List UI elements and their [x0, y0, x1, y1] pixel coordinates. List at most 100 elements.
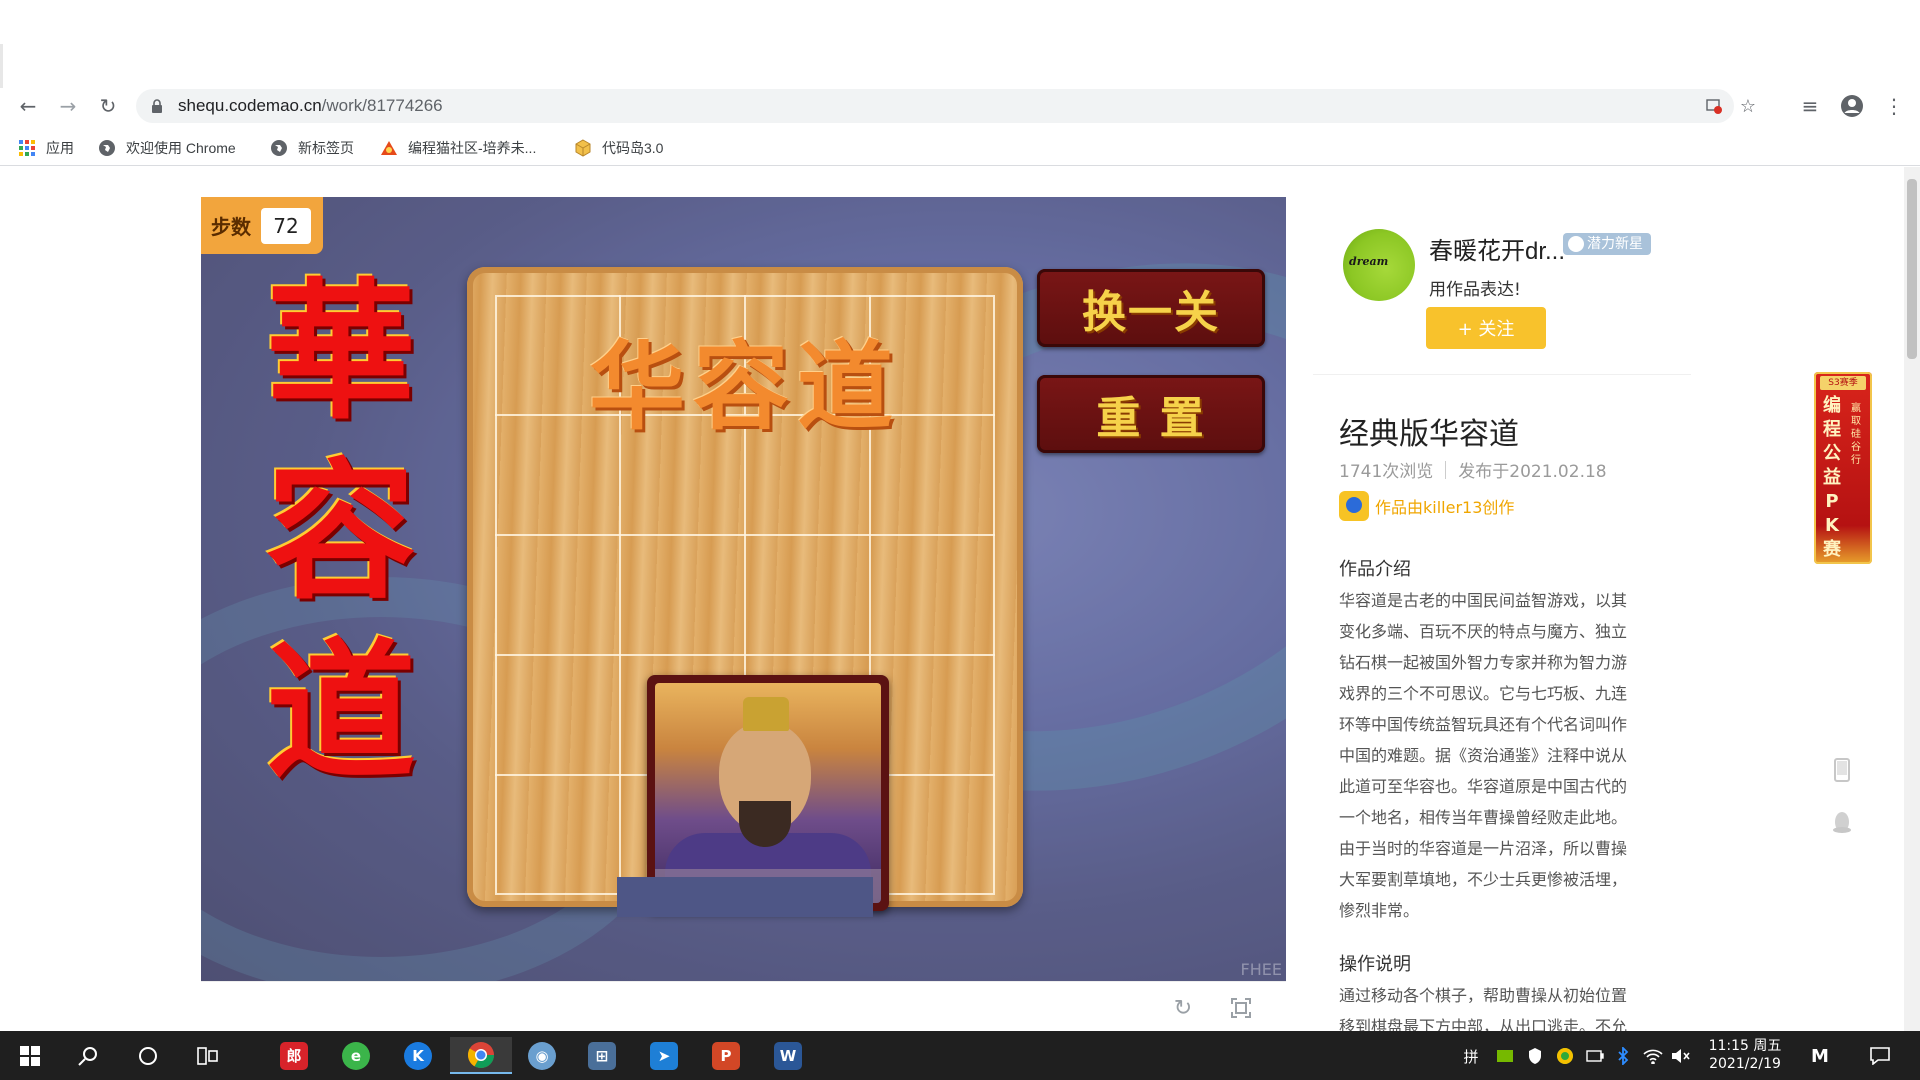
publish-date: 发布于2021.02.18: [1458, 462, 1607, 482]
powerpoint-icon[interactable]: P: [702, 1037, 750, 1074]
clock-date: 2021/2/19: [1709, 1056, 1781, 1072]
menu-kebab-icon[interactable]: ⋮: [1880, 92, 1908, 120]
board-exit: [617, 877, 873, 917]
pk-season-tag: S3赛季: [1820, 376, 1866, 390]
calligraphy-char-hua: 華: [265, 264, 416, 440]
word-icon[interactable]: W: [764, 1037, 812, 1074]
calculator-icon[interactable]: ⊞: [578, 1037, 626, 1074]
bluetooth-icon[interactable]: [1612, 1043, 1634, 1069]
battery-icon[interactable]: [1584, 1043, 1606, 1069]
security-app-icon[interactable]: [1554, 1043, 1576, 1069]
step-counter: 步数 72: [201, 197, 323, 254]
intro-text: 华容道是古老的中国民间益智游戏，以其 变化多端、百玩不厌的特点与魔方、独立 钻石…: [1339, 585, 1657, 926]
scrollbar-thumb[interactable]: [1907, 179, 1917, 359]
app-k-icon[interactable]: K: [394, 1037, 442, 1074]
qq-penguin-icon[interactable]: [1828, 808, 1856, 836]
pk-char: 赛: [1823, 539, 1841, 560]
nvidia-icon[interactable]: [1494, 1043, 1516, 1069]
page-content: 步数 72 華 容 道 华容道 换一关 重 置 FHEE ↻ dream 春暖花…: [0, 167, 1904, 1031]
url-text[interactable]: shequ.codemao.cn/work/81774266: [178, 96, 443, 116]
howto-line: 移到棋盘最下方中部，从出口逃走。不允: [1339, 1017, 1628, 1031]
app-red-icon[interactable]: 郎: [270, 1037, 318, 1074]
input-method-indicator[interactable]: 拼: [1460, 1043, 1482, 1069]
address-bar[interactable]: shequ.codemao.cn/work/81774266 ☆: [136, 89, 1756, 123]
cortana-icon[interactable]: [124, 1037, 172, 1074]
globe-icon: [270, 139, 288, 157]
pk-contest-banner[interactable]: S3赛季 编 程 公 益 P K 赛 赢 取 硅 谷 行: [1814, 372, 1872, 564]
portrait-crown: [743, 697, 789, 731]
bookmark-new-tab[interactable]: 新标签页: [270, 136, 354, 160]
chrome-taskbar-icon[interactable]: [450, 1037, 512, 1074]
intro-line: 钻石棋一起被国外智力专家并称为智力游: [1339, 653, 1628, 672]
game-stage[interactable]: 步数 72 華 容 道 华容道 换一关 重 置 FHEE: [201, 197, 1286, 981]
reload-icon[interactable]: ↻: [94, 92, 122, 120]
bookmark-label: 新标签页: [298, 140, 354, 156]
pk-sub-char: 赢: [1851, 403, 1861, 414]
piece-cao-cao[interactable]: 曹操: [647, 675, 889, 911]
calligraphy-char-rong: 容: [265, 444, 416, 620]
next-level-button[interactable]: 换一关: [1037, 269, 1265, 347]
profile-avatar-icon[interactable]: [1838, 92, 1866, 120]
bookmark-apps[interactable]: 应用: [18, 136, 74, 160]
avatar[interactable]: dream: [1343, 229, 1415, 301]
notification-center-icon[interactable]: [1866, 1043, 1894, 1069]
pk-sub-char: 行: [1851, 455, 1861, 466]
forward-icon[interactable]: →: [54, 92, 82, 120]
howto-heading: 操作说明: [1339, 954, 1411, 975]
codemao-icon: [380, 139, 398, 157]
follow-button[interactable]: + 关注: [1426, 307, 1546, 349]
author-name[interactable]: 春暖花开dr...: [1429, 231, 1565, 266]
board-title: 华容道: [589, 330, 901, 443]
bookmark-star-icon[interactable]: ☆: [1736, 94, 1760, 118]
taskbar-clock[interactable]: 11:15 周五 2021/2/19: [1700, 1037, 1790, 1073]
pk-sub-char: 取: [1851, 416, 1861, 427]
pk-char: 编: [1823, 395, 1841, 416]
bookmark-code-island[interactable]: 代码岛3.0: [574, 136, 663, 160]
work-info-panel: 经典版华容道 1741次浏览 发布于2021.02.18 作品由killer13…: [1313, 375, 1691, 1031]
app-paint-icon[interactable]: ◉: [518, 1037, 566, 1074]
intro-line: 大军要割草填地，不少士兵更惨被活埋，: [1339, 870, 1628, 889]
bookmark-label: 欢迎使用 Chrome: [126, 140, 236, 156]
pk-sub-char: 硅: [1851, 429, 1861, 440]
restart-icon[interactable]: ↻: [1169, 994, 1197, 1022]
intro-line: 中国的难题。据《资治通鉴》注释中说从: [1339, 746, 1628, 765]
board-inner: 华容道 曹操: [495, 295, 995, 911]
page-scrollbar[interactable]: [1904, 167, 1920, 1031]
stage-footer: ↻: [201, 981, 1286, 1031]
windows-taskbar: 郎 e K ◉ ⊞ ➤ P W 拼 11:15 周五 2021/2/19 M: [0, 1031, 1920, 1080]
bookmark-welcome-chrome[interactable]: 欢迎使用 Chrome: [98, 136, 236, 160]
pk-sub-char: 谷: [1851, 442, 1861, 453]
apps-grid-icon: [18, 139, 36, 157]
view-count: 1741次浏览: [1339, 462, 1434, 482]
windows-start-icon[interactable]: [6, 1037, 54, 1074]
shield-icon[interactable]: [1524, 1043, 1546, 1069]
puzzle-board[interactable]: 华容道 曹操: [467, 267, 1023, 917]
intro-line: 华容道是古老的中国民间益智游戏，以其: [1339, 591, 1628, 610]
mobile-icon[interactable]: [1828, 756, 1856, 784]
back-icon[interactable]: ←: [14, 92, 42, 120]
step-counter-label: 步数: [211, 215, 251, 239]
blocked-popup-icon[interactable]: [1702, 94, 1726, 118]
fullscreen-icon[interactable]: [1227, 994, 1255, 1022]
media-controls-icon[interactable]: ≡: [1796, 92, 1824, 120]
creator-link[interactable]: 作品由killer13创作: [1339, 491, 1514, 521]
pk-sub-text: 赢 取 硅 谷 行: [1848, 402, 1864, 467]
globe-icon: [98, 139, 116, 157]
app-green-browser-icon[interactable]: e: [332, 1037, 380, 1074]
mail-m-icon[interactable]: M: [1806, 1043, 1834, 1069]
pk-char: 益: [1823, 467, 1841, 488]
intro-heading: 作品介绍: [1339, 559, 1411, 580]
author-card: dream 春暖花开dr... 潜力新星 用作品表达! + 关注: [1313, 197, 1691, 375]
tab-strip-accent: [0, 44, 3, 88]
author-badge: 潜力新星: [1563, 233, 1651, 255]
app-bird-icon[interactable]: ➤: [640, 1037, 688, 1074]
volume-muted-icon[interactable]: [1670, 1043, 1692, 1069]
badge-icon: [1568, 236, 1584, 252]
bookmark-codemao-community[interactable]: 编程猫社区-培养未...: [380, 136, 536, 160]
howto-text: 通过移动各个棋子，帮助曹操从初始位置 移到棋盘最下方中部，从出口逃走。不允: [1339, 980, 1657, 1031]
search-icon[interactable]: [64, 1037, 112, 1074]
cao-cao-portrait: 曹操: [655, 683, 881, 903]
task-view-icon[interactable]: [184, 1037, 232, 1074]
reset-button[interactable]: 重 置: [1037, 375, 1265, 453]
wifi-icon[interactable]: [1642, 1043, 1664, 1069]
